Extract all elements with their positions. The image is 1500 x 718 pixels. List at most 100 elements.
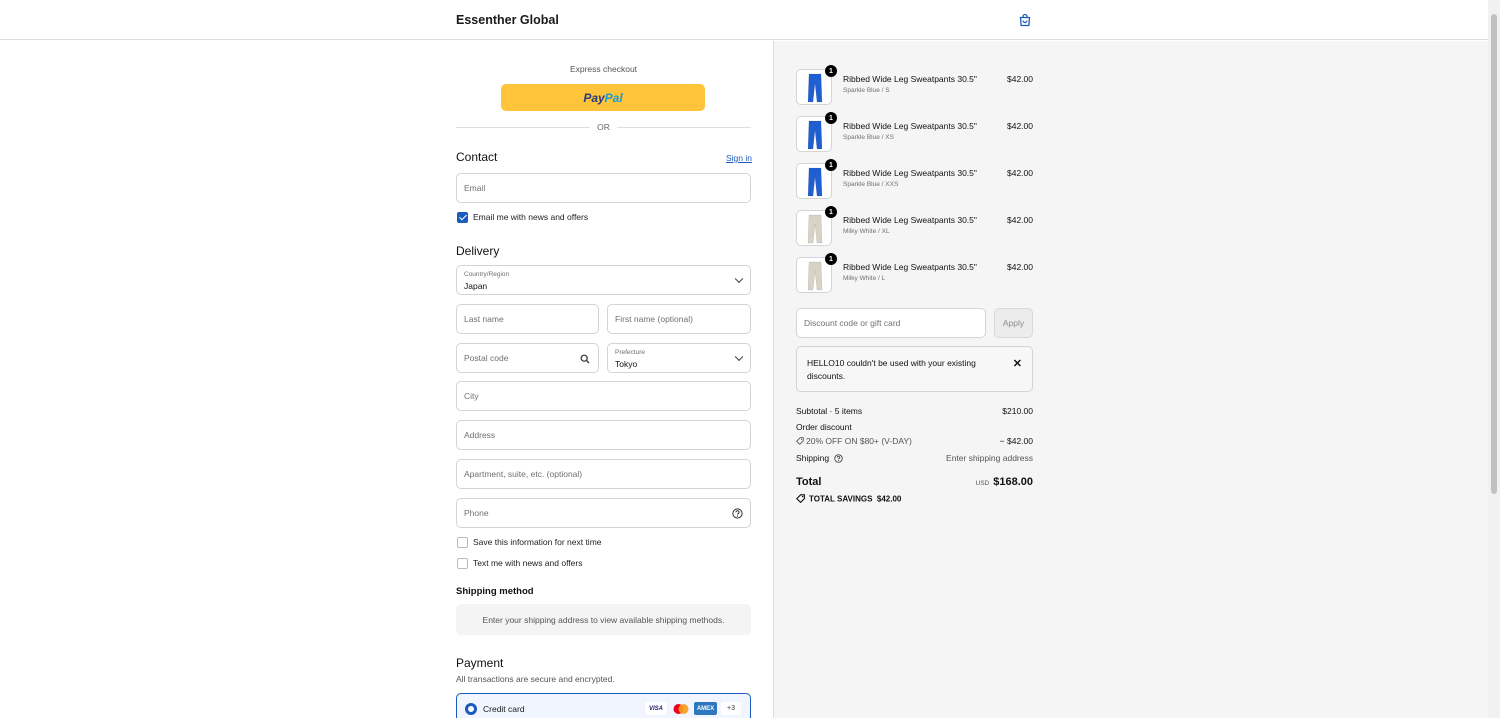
discount-error-text: HELLO10 couldn't be used with your exist…	[807, 358, 976, 381]
total-row: Total USD $168.00	[796, 476, 1033, 488]
first-name-placeholder: First name (optional)	[615, 314, 693, 324]
mastercard-icon	[671, 702, 691, 715]
item-variant: Sparkle Blue / S	[843, 87, 890, 94]
city-placeholder: City	[464, 391, 479, 401]
email-placeholder: Email	[464, 183, 486, 193]
save-info-checkbox[interactable]	[457, 537, 468, 548]
newsletter-label: Email me with news and offers	[473, 212, 589, 222]
shipping-row: Shipping Enter shipping address	[796, 453, 1033, 463]
item-price: $42.00	[1007, 215, 1033, 225]
tag-icon	[796, 437, 804, 445]
item-variant: Milky White / XL	[843, 228, 890, 235]
last-name-field[interactable]: Last name	[456, 304, 599, 334]
item-variant: Sparkle Blue / XS	[843, 134, 894, 141]
payment-subtitle: All transactions are secure and encrypte…	[456, 674, 615, 684]
quantity-badge: 1	[825, 159, 837, 171]
quantity-badge: 1	[825, 253, 837, 265]
item-title: Ribbed Wide Leg Sweatpants 30.5"	[843, 121, 977, 131]
prefecture-label: Prefecture	[615, 349, 645, 356]
last-name-placeholder: Last name	[464, 314, 504, 324]
item-variant: Milky White / L	[843, 275, 886, 282]
total-value: $168.00	[993, 476, 1033, 488]
order-discount-row: Order discount	[796, 422, 1033, 432]
scrollbar-thumb[interactable]	[1491, 14, 1497, 494]
cart-item: 1 Ribbed Wide Leg Sweatpants 30.5" Sparkle…	[796, 159, 1033, 201]
item-title: Ribbed Wide Leg Sweatpants 30.5"	[843, 168, 977, 178]
newsletter-checkbox[interactable]	[457, 212, 468, 223]
quantity-badge: 1	[825, 65, 837, 77]
chevron-down-icon	[734, 274, 744, 284]
credit-card-option[interactable]: Credit card VISA AMEX +3	[456, 693, 751, 718]
chevron-down-icon	[734, 352, 744, 362]
item-price: $42.00	[1007, 74, 1033, 84]
express-checkout-label: Express checkout	[569, 64, 638, 74]
prefecture-value: Tokyo	[615, 359, 638, 369]
phone-placeholder: Phone	[464, 508, 489, 518]
tag-icon	[796, 494, 805, 504]
discount-error-banner: HELLO10 couldn't be used with your exist…	[796, 346, 1033, 392]
cart-item: 1 Ribbed Wide Leg Sweatpants 30.5" Milky W…	[796, 206, 1033, 248]
item-title: Ribbed Wide Leg Sweatpants 30.5"	[843, 74, 977, 84]
delivery-heading: Delivery	[456, 244, 500, 258]
item-price: $42.00	[1007, 121, 1033, 131]
discount-value: − $42.00	[999, 436, 1033, 446]
contact-heading: Contact	[456, 150, 498, 164]
cart-item: 1 Ribbed Wide Leg Sweatpants 30.5" Milky W…	[796, 253, 1033, 295]
country-select[interactable]: Country/Region Japan	[456, 265, 751, 295]
search-icon[interactable]	[580, 354, 590, 364]
savings-label: TOTAL SAVINGS	[809, 494, 873, 504]
text-me-checkbox[interactable]	[457, 558, 468, 569]
shipping-value: Enter shipping address	[946, 453, 1033, 463]
amex-icon: AMEX	[694, 702, 717, 715]
shipping-label: Shipping	[796, 453, 830, 463]
help-icon[interactable]	[732, 508, 743, 519]
city-field[interactable]: City	[456, 381, 751, 411]
currency-label: USD	[975, 480, 990, 487]
total-label: Total	[796, 476, 822, 488]
item-price: $42.00	[1007, 168, 1033, 178]
first-name-field[interactable]: First name (optional)	[607, 304, 751, 334]
apartment-placeholder: Apartment, suite, etc. (optional)	[464, 469, 583, 479]
cart-item: 1 Ribbed Wide Leg Sweatpants 30.5" Sparkle…	[796, 65, 1033, 107]
shipping-method-heading: Shipping method	[456, 586, 534, 597]
country-label: Country/Region	[464, 271, 510, 278]
total-savings-row: TOTAL SAVINGS $42.00	[796, 494, 1033, 504]
close-icon[interactable]: ✕	[1013, 357, 1022, 370]
help-icon[interactable]	[834, 453, 844, 463]
quantity-badge: 1	[825, 206, 837, 218]
header: Essenther Global	[0, 0, 1488, 40]
discount-code-input[interactable]: Discount code or gift card	[796, 308, 986, 338]
discount-placeholder: Discount code or gift card	[804, 318, 901, 328]
or-divider: OR	[456, 122, 751, 132]
cart-item: 1 Ribbed Wide Leg Sweatpants 30.5" Sparkle…	[796, 112, 1033, 154]
savings-value: $42.00	[876, 494, 902, 504]
item-title: Ribbed Wide Leg Sweatpants 30.5"	[843, 262, 977, 272]
discount-code-label: 20% OFF ON $80+ (V-DAY)	[806, 436, 912, 446]
address-field[interactable]: Address	[456, 420, 751, 450]
email-field[interactable]: Email	[456, 173, 751, 203]
more-cards-badge: +3	[721, 702, 741, 715]
phone-field[interactable]: Phone	[456, 498, 751, 528]
save-info-label: Save this information for next time	[473, 537, 602, 547]
item-title: Ribbed Wide Leg Sweatpants 30.5"	[843, 215, 977, 225]
shipping-method-message: Enter your shipping address to view avai…	[456, 604, 751, 635]
quantity-badge: 1	[825, 112, 837, 124]
brand-logo[interactable]: Essenther Global	[456, 13, 559, 27]
shopping-bag-icon[interactable]	[1018, 13, 1032, 27]
visa-icon: VISA	[645, 702, 667, 715]
credit-card-radio[interactable]	[465, 703, 477, 715]
sign-in-link[interactable]: Sign in	[726, 153, 752, 163]
apartment-field[interactable]: Apartment, suite, etc. (optional)	[456, 459, 751, 489]
scrollbar[interactable]	[1488, 0, 1500, 718]
subtotal-row: Subtotal · 5 items $210.00	[796, 406, 1033, 416]
postal-code-placeholder: Postal code	[464, 353, 509, 363]
subtotal-value: $210.00	[1002, 406, 1033, 416]
apply-button[interactable]: Apply	[994, 308, 1033, 338]
paypal-logo-pay: Pay	[583, 90, 605, 105]
paypal-button[interactable]: Pay Pal	[501, 84, 705, 111]
postal-code-field[interactable]: Postal code	[456, 343, 599, 373]
order-discount-label: Order discount	[796, 422, 852, 432]
item-price: $42.00	[1007, 262, 1033, 272]
prefecture-select[interactable]: Prefecture Tokyo	[607, 343, 751, 373]
address-placeholder: Address	[464, 430, 496, 440]
